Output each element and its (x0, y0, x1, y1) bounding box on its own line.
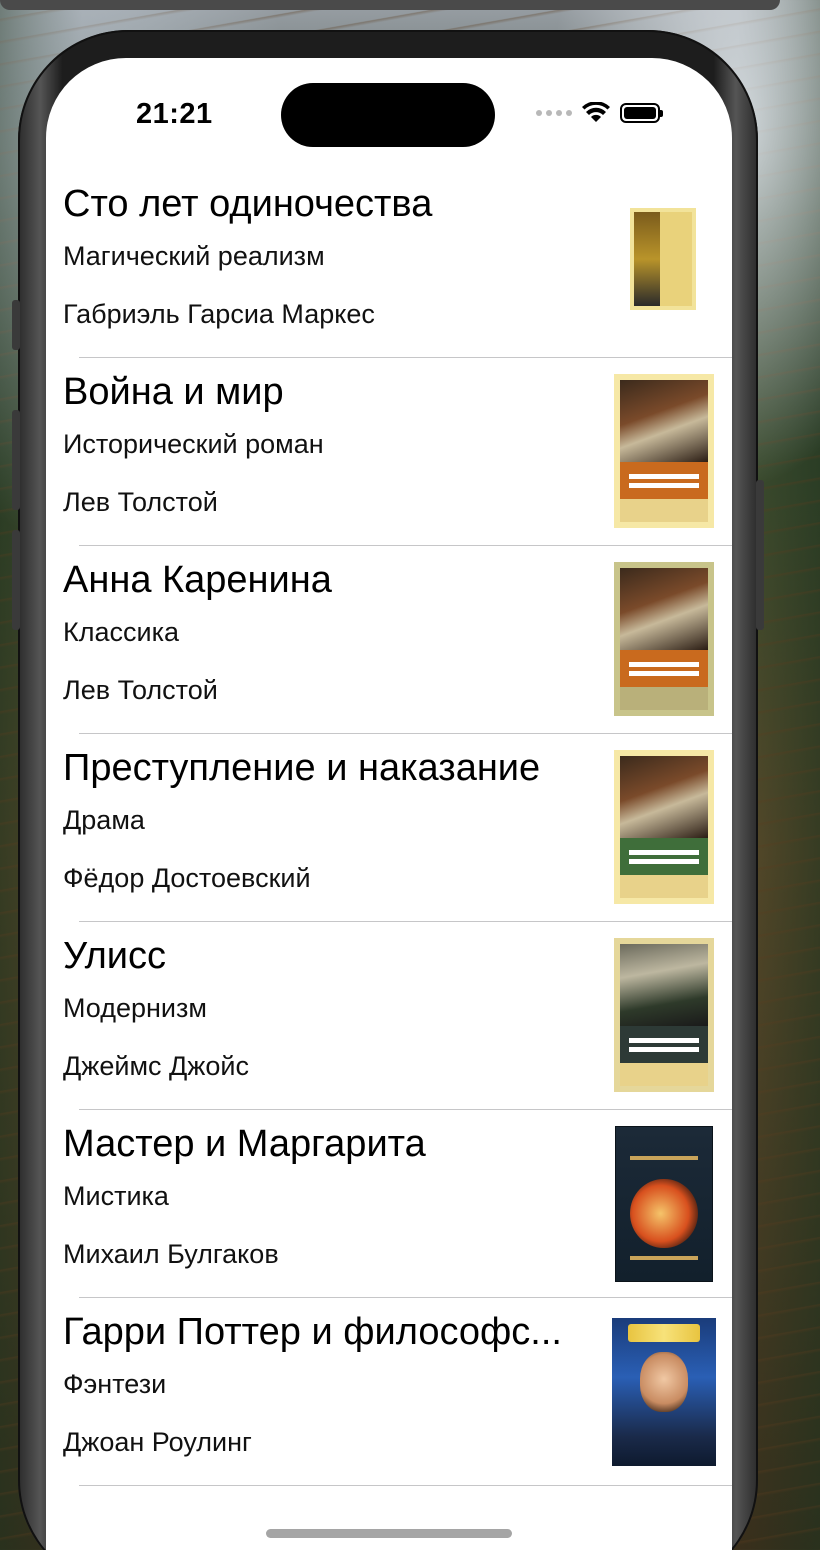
signal-dots-icon (536, 110, 572, 116)
book-genre: Исторический роман (63, 429, 324, 459)
book-cover-image (614, 374, 714, 528)
book-author: Джоан Роулинг (63, 1427, 252, 1457)
list-item[interactable]: Сто лет одиночества Магический реализм Г… (46, 170, 732, 358)
side-button (12, 300, 20, 350)
book-genre: Магический реализм (63, 241, 325, 271)
book-genre: Мистика (63, 1181, 169, 1211)
book-genre: Фэнтези (63, 1369, 167, 1399)
list-item-text: Улисс Модернизм Джеймс Джойс (63, 934, 603, 1082)
power-button (756, 480, 764, 630)
list-item[interactable]: Гарри Поттер и философс... Фэнтези Джоан… (46, 1298, 732, 1486)
list-item[interactable]: Преступление и наказание Драма Фёдор Дос… (46, 734, 732, 922)
battery-icon (620, 103, 663, 123)
book-genre: Классика (63, 617, 180, 647)
book-title: Гарри Поттер и философс... (63, 1311, 562, 1353)
simulator-top-bar (0, 0, 780, 10)
dynamic-island (281, 83, 495, 147)
phone-screen: 21:21 Сто лет одиночества Магический реа… (46, 58, 732, 1550)
book-list[interactable]: Сто лет одиночества Магический реализм Г… (46, 170, 732, 1486)
book-title: Улисс (63, 935, 166, 977)
list-item[interactable]: Мастер и Маргарита Мистика Михаил Булгак… (46, 1110, 732, 1298)
list-item-text: Преступление и наказание Драма Фёдор Дос… (63, 746, 603, 894)
home-indicator[interactable] (266, 1529, 512, 1538)
book-author: Михаил Булгаков (63, 1239, 279, 1269)
list-item-text: Война и мир Исторический роман Лев Толст… (63, 370, 603, 518)
list-item-text: Анна Каренина Классика Лев Толстой (63, 558, 603, 706)
book-author: Фёдор Достоевский (63, 863, 311, 893)
book-cover-image (614, 938, 714, 1092)
book-title: Анна Каренина (63, 559, 332, 601)
status-time: 21:21 (136, 98, 213, 130)
book-title: Преступление и наказание (63, 747, 541, 789)
list-item-text: Гарри Поттер и философс... Фэнтези Джоан… (63, 1310, 603, 1458)
book-cover-image (614, 750, 714, 904)
list-item[interactable]: Улисс Модернизм Джеймс Джойс (46, 922, 732, 1110)
book-cover-image (612, 1318, 716, 1466)
volume-down-button (12, 530, 20, 630)
book-author: Лев Толстой (63, 675, 218, 705)
book-cover-image (614, 562, 714, 716)
book-author: Джеймс Джойс (63, 1051, 249, 1081)
list-item-text: Мастер и Маргарита Мистика Михаил Булгак… (63, 1122, 603, 1270)
book-genre: Модернизм (63, 993, 207, 1023)
book-title: Сто лет одиночества (63, 183, 433, 225)
book-title: Мастер и Маргарита (63, 1123, 426, 1165)
list-item[interactable]: Война и мир Исторический роман Лев Толст… (46, 358, 732, 546)
book-author: Лев Толстой (63, 487, 218, 517)
status-bar: 21:21 (46, 58, 732, 168)
book-author: Габриэль Гарсиа Маркес (63, 299, 375, 329)
volume-up-button (12, 410, 20, 510)
status-icons (536, 98, 663, 128)
book-cover-image (615, 1126, 713, 1282)
list-item-text: Сто лет одиночества Магический реализм Г… (63, 182, 603, 330)
list-item[interactable]: Анна Каренина Классика Лев Толстой (46, 546, 732, 734)
book-genre: Драма (63, 805, 145, 835)
book-title: Война и мир (63, 371, 284, 413)
wifi-icon (582, 102, 610, 122)
book-cover-image (630, 208, 696, 310)
